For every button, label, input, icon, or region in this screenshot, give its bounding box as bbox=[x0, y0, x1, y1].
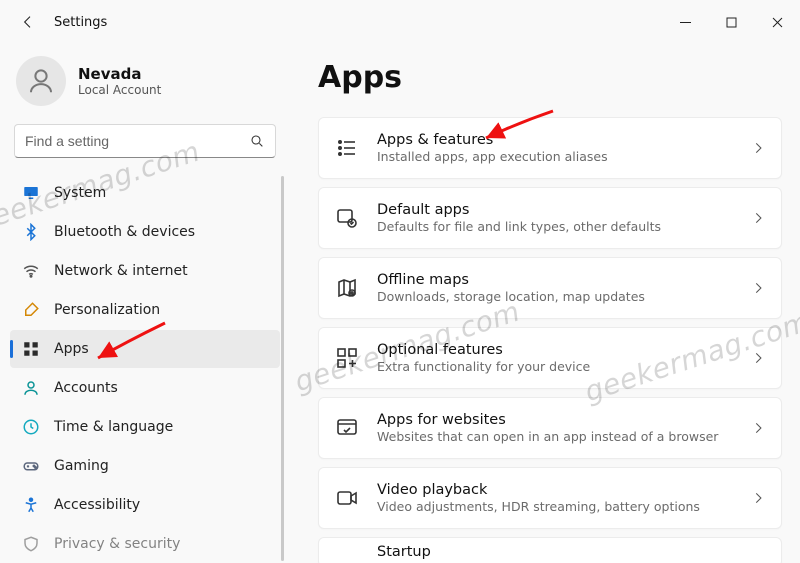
sidebar-item-bluetooth[interactable]: Bluetooth & devices bbox=[10, 213, 280, 251]
sidebar-item-privacy[interactable]: Privacy & security bbox=[10, 525, 280, 563]
default-apps-icon bbox=[335, 206, 359, 230]
nav-list: System Bluetooth & devices Network & int… bbox=[10, 174, 280, 563]
card-subtitle: Defaults for file and link types, other … bbox=[377, 219, 733, 234]
sidebar: Nevada Local Account System Bluetooth & … bbox=[0, 44, 290, 563]
chevron-right-icon bbox=[751, 491, 765, 505]
close-icon bbox=[772, 17, 783, 28]
features-icon bbox=[335, 346, 359, 370]
accessibility-icon bbox=[22, 496, 40, 514]
sidebar-item-label: Bluetooth & devices bbox=[54, 224, 195, 240]
card-subtitle: Installed apps, app execution aliases bbox=[377, 149, 733, 164]
accounts-icon bbox=[22, 379, 40, 397]
shield-icon bbox=[22, 535, 40, 553]
apps-icon bbox=[22, 340, 40, 358]
video-icon bbox=[335, 486, 359, 510]
maximize-button[interactable] bbox=[708, 7, 754, 37]
user-block[interactable]: Nevada Local Account bbox=[10, 44, 280, 124]
sidebar-item-apps[interactable]: Apps bbox=[10, 330, 280, 368]
card-startup[interactable]: Startup bbox=[318, 537, 782, 563]
card-default-apps[interactable]: Default apps Defaults for file and link … bbox=[318, 187, 782, 249]
search-box[interactable] bbox=[14, 124, 276, 158]
card-subtitle: Video adjustments, HDR streaming, batter… bbox=[377, 499, 733, 514]
card-title: Apps for websites bbox=[377, 412, 733, 428]
sidebar-scrollbar[interactable] bbox=[281, 176, 284, 561]
sidebar-item-label: Apps bbox=[54, 341, 89, 357]
sidebar-item-system[interactable]: System bbox=[10, 174, 280, 212]
minimize-icon bbox=[680, 17, 691, 28]
sidebar-item-accessibility[interactable]: Accessibility bbox=[10, 486, 280, 524]
arrow-left-icon bbox=[20, 14, 36, 30]
close-button[interactable] bbox=[754, 7, 800, 37]
wifi-icon bbox=[22, 262, 40, 280]
card-subtitle: Websites that can open in an app instead… bbox=[377, 429, 733, 444]
map-icon bbox=[335, 276, 359, 300]
card-subtitle: Downloads, storage location, map updates bbox=[377, 289, 733, 304]
titlebar: Settings bbox=[0, 0, 800, 44]
card-title: Optional features bbox=[377, 342, 733, 358]
sidebar-item-label: Time & language bbox=[54, 419, 173, 435]
card-title: Startup bbox=[377, 544, 765, 560]
card-apps-for-websites[interactable]: Apps for websites Websites that can open… bbox=[318, 397, 782, 459]
sidebar-item-gaming[interactable]: Gaming bbox=[10, 447, 280, 485]
list-icon bbox=[335, 136, 359, 160]
search-input[interactable] bbox=[25, 133, 249, 149]
minimize-button[interactable] bbox=[662, 7, 708, 37]
settings-card-list: Apps & features Installed apps, app exec… bbox=[318, 117, 782, 563]
brush-icon bbox=[22, 301, 40, 319]
clock-icon bbox=[22, 418, 40, 436]
sidebar-item-accounts[interactable]: Accounts bbox=[10, 369, 280, 407]
chevron-right-icon bbox=[751, 141, 765, 155]
back-button[interactable] bbox=[10, 4, 46, 40]
sidebar-item-label: Accessibility bbox=[54, 497, 140, 513]
card-title: Apps & features bbox=[377, 132, 733, 148]
websites-icon bbox=[335, 416, 359, 440]
sidebar-item-label: Privacy & security bbox=[54, 536, 180, 552]
startup-icon bbox=[335, 544, 359, 563]
sidebar-item-label: Gaming bbox=[54, 458, 109, 474]
card-offline-maps[interactable]: Offline maps Downloads, storage location… bbox=[318, 257, 782, 319]
sidebar-item-label: System bbox=[54, 185, 106, 201]
chevron-right-icon bbox=[751, 281, 765, 295]
card-apps-features[interactable]: Apps & features Installed apps, app exec… bbox=[318, 117, 782, 179]
gamepad-icon bbox=[22, 457, 40, 475]
chevron-right-icon bbox=[751, 211, 765, 225]
page-title: Apps bbox=[318, 60, 782, 95]
bluetooth-icon bbox=[22, 223, 40, 241]
user-name: Nevada bbox=[78, 65, 161, 83]
sidebar-item-time-language[interactable]: Time & language bbox=[10, 408, 280, 446]
card-title: Default apps bbox=[377, 202, 733, 218]
card-video-playback[interactable]: Video playback Video adjustments, HDR st… bbox=[318, 467, 782, 529]
search-icon bbox=[249, 133, 265, 149]
window-title: Settings bbox=[54, 15, 107, 30]
chevron-right-icon bbox=[751, 351, 765, 365]
card-subtitle: Extra functionality for your device bbox=[377, 359, 733, 374]
sidebar-item-label: Personalization bbox=[54, 302, 160, 318]
card-title: Video playback bbox=[377, 482, 733, 498]
maximize-icon bbox=[726, 17, 737, 28]
sidebar-item-personalization[interactable]: Personalization bbox=[10, 291, 280, 329]
card-optional-features[interactable]: Optional features Extra functionality fo… bbox=[318, 327, 782, 389]
window-controls bbox=[662, 7, 800, 37]
sidebar-item-label: Network & internet bbox=[54, 263, 188, 279]
avatar bbox=[16, 56, 66, 106]
person-icon bbox=[26, 66, 56, 96]
monitor-icon bbox=[22, 184, 40, 202]
card-title: Offline maps bbox=[377, 272, 733, 288]
main-content: Apps Apps & features Installed apps, app… bbox=[290, 44, 800, 563]
chevron-right-icon bbox=[751, 421, 765, 435]
sidebar-item-network[interactable]: Network & internet bbox=[10, 252, 280, 290]
sidebar-item-label: Accounts bbox=[54, 380, 118, 396]
user-account-type: Local Account bbox=[78, 83, 161, 97]
